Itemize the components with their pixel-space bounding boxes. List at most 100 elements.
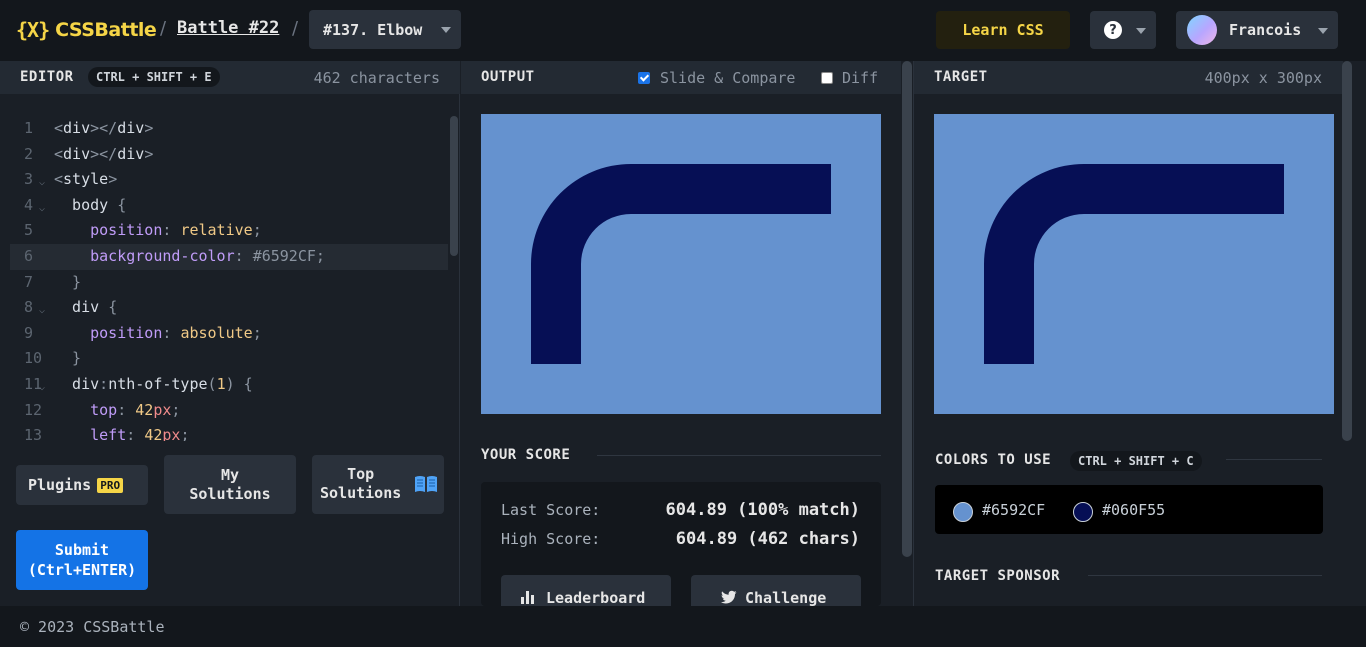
my-solutions-button[interactable]: My Solutions bbox=[164, 455, 296, 514]
editor-header: EDITOR CTRL + SHIFT + E 462 characters bbox=[0, 61, 460, 94]
code-line[interactable]: 7 } bbox=[0, 270, 448, 296]
user-menu-button[interactable]: Francois bbox=[1176, 11, 1338, 49]
book-icon bbox=[415, 476, 437, 492]
high-score-value: 604.89 (462 chars) bbox=[675, 529, 860, 549]
color-swatch[interactable] bbox=[953, 502, 973, 522]
diff-checkbox[interactable] bbox=[821, 72, 833, 84]
color-hex[interactable]: #060F55 bbox=[1102, 501, 1165, 519]
code-token: px bbox=[162, 426, 181, 441]
chevron-down-icon bbox=[441, 27, 451, 33]
top-solutions-label-line2: Solutions bbox=[320, 484, 402, 502]
colors-to-use-title: COLORS TO USE bbox=[935, 452, 1052, 468]
code-line[interactable]: 8 ⌵ div { bbox=[0, 295, 448, 321]
code-token: div bbox=[63, 119, 91, 137]
submit-label-line2: (Ctrl+ENTER) bbox=[27, 561, 137, 579]
logo-mark: {X} bbox=[16, 18, 50, 42]
output-preview[interactable] bbox=[481, 114, 881, 414]
line-number: 2 bbox=[24, 144, 34, 163]
color-swatch[interactable] bbox=[1073, 502, 1093, 522]
code-line[interactable]: 10 } bbox=[0, 346, 448, 372]
code-token: style bbox=[63, 170, 109, 189]
code-line[interactable]: 11 ⌵ div:nth-of-type(1) { bbox=[0, 372, 448, 398]
plugins-button[interactable]: Plugins PRO bbox=[16, 465, 148, 505]
output-header: OUTPUT Slide & Compare Diff bbox=[461, 61, 901, 94]
chevron-down-icon bbox=[1136, 28, 1146, 34]
submit-button[interactable]: Submit (Ctrl+ENTER) bbox=[16, 530, 148, 590]
code-line[interactable]: 12 top: 42px; bbox=[0, 398, 448, 424]
line-number: 13 bbox=[24, 426, 43, 441]
learn-css-button[interactable]: Learn CSS bbox=[936, 11, 1070, 49]
code-line[interactable]: 9 position: absolute; bbox=[0, 321, 448, 347]
breadcrumb-separator: / bbox=[160, 18, 167, 39]
code-text: <div></div> bbox=[54, 116, 153, 142]
elbow-shape bbox=[984, 164, 1284, 364]
code-token: } bbox=[54, 349, 82, 368]
avatar bbox=[1187, 15, 1217, 45]
top-solutions-label-line1: Top bbox=[347, 465, 375, 483]
code-token: ; bbox=[171, 400, 181, 419]
code-editor[interactable]: 1 <div></div> 2 <div></div> 3 ⌵ <style> 4 ⌵ body… bbox=[0, 116, 448, 441]
code-token: left bbox=[54, 426, 127, 441]
diff-label[interactable]: Diff bbox=[842, 69, 878, 87]
code-token: div bbox=[54, 298, 109, 317]
page-scrollbar[interactable] bbox=[1342, 61, 1352, 441]
output-scrollbar-thumb[interactable] bbox=[902, 61, 912, 557]
slide-compare-label[interactable]: Slide & Compare bbox=[660, 69, 795, 87]
code-token: ></ bbox=[90, 144, 118, 163]
code-token: background-color bbox=[54, 246, 235, 265]
top-solutions-button[interactable]: Top Solutions bbox=[312, 455, 444, 514]
code-token: > bbox=[144, 144, 154, 163]
plugins-label: Plugins bbox=[28, 476, 92, 494]
code-line[interactable]: 1 <div></div> bbox=[0, 116, 448, 142]
code-text: background-color: #6592CF; bbox=[54, 244, 325, 270]
code-line[interactable]: 3 ⌵ <style> bbox=[0, 167, 448, 193]
code-token: ; bbox=[315, 246, 325, 265]
code-token: { bbox=[117, 195, 127, 214]
code-line[interactable]: 2 <div></div> bbox=[0, 142, 448, 168]
code-line[interactable]: 6 background-color: #6592CF; bbox=[10, 243, 448, 270]
slide-compare-checkbox[interactable] bbox=[638, 72, 650, 84]
code-token: ) { bbox=[225, 374, 253, 393]
help-menu-button[interactable]: ? bbox=[1090, 11, 1156, 49]
code-token: div bbox=[117, 119, 145, 137]
target-header: TARGET 400px x 300px bbox=[914, 61, 1343, 94]
code-token: > bbox=[144, 119, 154, 137]
code-token: #6592CF bbox=[252, 246, 316, 265]
code-line[interactable]: 13 left: 42px; bbox=[0, 423, 448, 441]
code-token: absolute bbox=[180, 323, 253, 342]
code-text: body { bbox=[54, 193, 126, 219]
leaderboard-label: Leaderboard bbox=[546, 589, 646, 607]
code-token: body bbox=[54, 195, 118, 214]
code-text: position: relative; bbox=[54, 218, 262, 244]
code-token: { bbox=[108, 298, 118, 317]
code-line[interactable]: 4 ⌵ body { bbox=[0, 193, 448, 219]
last-score-value: 604.89 (100% match) bbox=[665, 500, 860, 520]
pro-badge: PRO bbox=[97, 477, 124, 493]
breadcrumb-battle-link[interactable]: Battle #22 bbox=[177, 18, 279, 38]
cssbattle-logo[interactable]: {X} CSSBattle bbox=[16, 17, 157, 43]
my-solutions-label-line2: Solutions bbox=[189, 484, 271, 503]
divider bbox=[597, 455, 881, 456]
target-dimensions: 400px x 300px bbox=[1204, 69, 1322, 87]
code-token: < bbox=[54, 144, 64, 163]
editor-title: EDITOR bbox=[20, 69, 74, 85]
code-token: div bbox=[54, 374, 100, 393]
code-token: < bbox=[54, 119, 64, 137]
output-scrollbar[interactable] bbox=[902, 61, 912, 557]
code-token: : bbox=[162, 221, 181, 240]
line-number: 9 bbox=[24, 323, 34, 342]
chevron-down-icon bbox=[1318, 28, 1328, 34]
top-header: {X} CSSBattle / Battle #22 / #137. Elbow… bbox=[0, 0, 1366, 61]
code-token: div bbox=[117, 144, 145, 163]
target-title: TARGET bbox=[934, 69, 988, 85]
code-line[interactable]: 5 position: relative; bbox=[0, 218, 448, 244]
logo-text: CSSBattle bbox=[55, 19, 157, 41]
top-solutions-label: Top Solutions bbox=[320, 465, 401, 503]
editor-scrollbar[interactable] bbox=[450, 116, 458, 256]
color-hex[interactable]: #6592CF bbox=[982, 501, 1045, 519]
code-text: left: 42px; bbox=[54, 423, 189, 441]
code-token: ; bbox=[180, 426, 190, 441]
code-token: 42 bbox=[144, 426, 163, 441]
target-selector[interactable]: #137. Elbow bbox=[309, 10, 461, 49]
code-token: : bbox=[99, 374, 109, 393]
